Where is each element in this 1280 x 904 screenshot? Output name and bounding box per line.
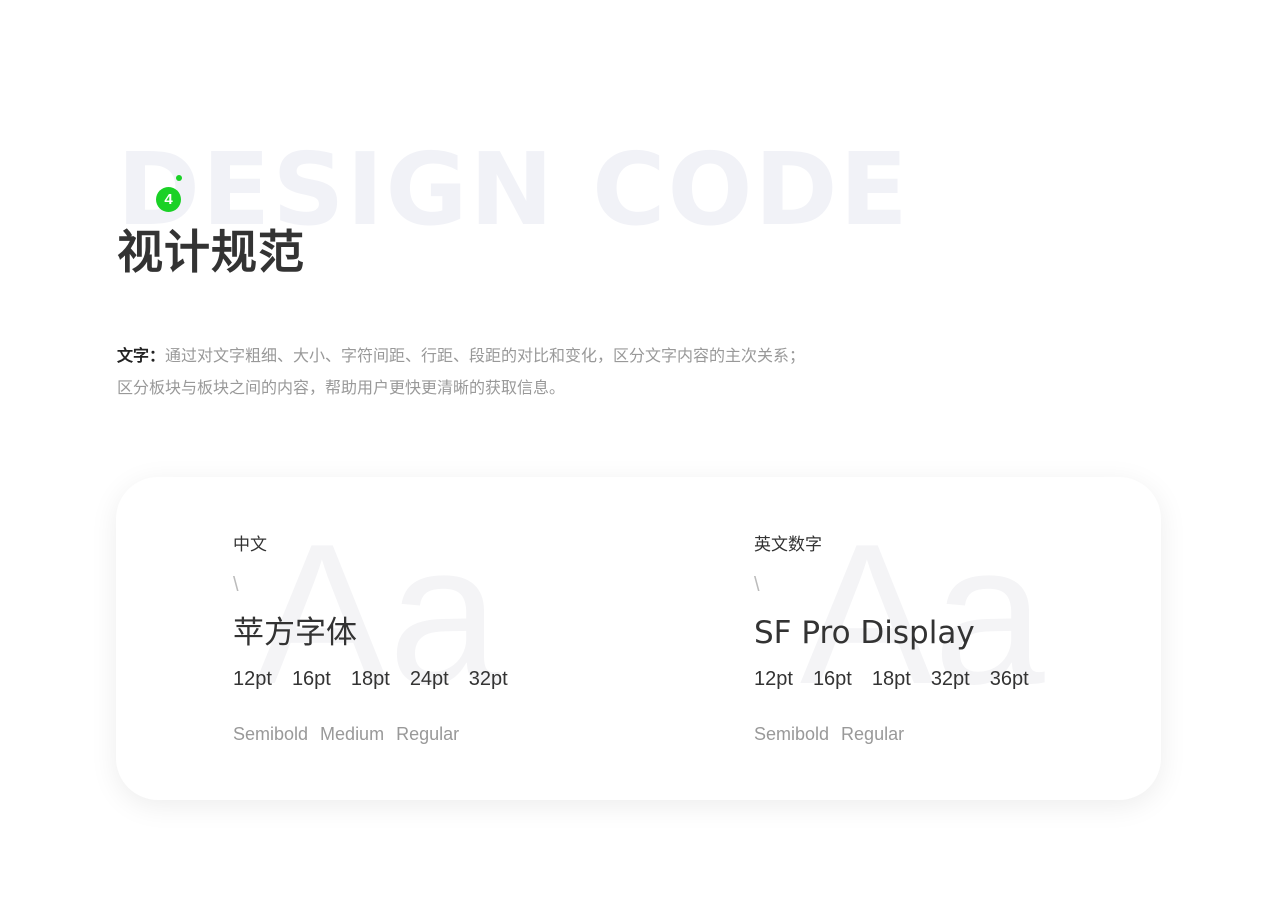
english-size: 32pt xyxy=(930,668,970,690)
english-slash-divider: \ xyxy=(754,574,760,596)
page: DESIGN CODE 4 视计规范 文字：通过对文字粗细、大小、字符间距、行距… xyxy=(0,0,1280,904)
chinese-label: 中文 xyxy=(233,535,267,555)
chinese-size: 18pt xyxy=(350,668,390,690)
chinese-size: 12pt xyxy=(233,668,272,690)
chinese-font-sizes: 12pt 16pt 18pt 24pt 32pt xyxy=(233,666,508,692)
english-font-sizes: 12pt 16pt 18pt 32pt 36pt xyxy=(754,666,1029,692)
description-line-1: 文字：通过对文字粗细、大小、字符间距、行距、段距的对比和变化，区分文字内容的主次… xyxy=(117,340,805,372)
description-label: 文字： xyxy=(117,346,166,365)
english-label: 英文数字 xyxy=(754,535,822,555)
description-text-1: 通过对文字粗细、大小、字符间距、行距、段距的对比和变化，区分文字内容的主次关系； xyxy=(165,346,806,365)
english-weight: Semibold xyxy=(754,724,830,744)
english-font-column: Aa 英文数字 \ SF Pro Display 12pt 16pt 18pt … xyxy=(754,477,1154,800)
chinese-slash-divider: \ xyxy=(233,574,239,596)
page-title: 视计规范 xyxy=(117,225,305,279)
english-font-name: SF Pro Display xyxy=(754,615,975,651)
english-size: 16pt xyxy=(812,668,852,690)
description: 文字：通过对文字粗细、大小、字符间距、行距、段距的对比和变化，区分文字内容的主次… xyxy=(117,340,805,404)
chinese-size: 32pt xyxy=(468,668,508,690)
chinese-font-name: 苹方字体 xyxy=(233,615,357,651)
chinese-weight: Regular xyxy=(396,724,460,744)
chinese-size: 16pt xyxy=(291,668,331,690)
english-size: 18pt xyxy=(871,668,911,690)
chinese-font-weights: Semibold Medium Regular xyxy=(233,722,459,746)
typography-card: Aa 中文 \ 苹方字体 12pt 16pt 18pt 24pt 32pt Se… xyxy=(116,477,1161,800)
badge-dot xyxy=(176,175,182,181)
chinese-weight: Semibold xyxy=(233,724,309,744)
english-font-weights: Semibold Regular xyxy=(754,722,904,746)
section-number-badge: 4 xyxy=(156,187,181,212)
english-weight: Regular xyxy=(841,724,905,744)
chinese-font-column: Aa 中文 \ 苹方字体 12pt 16pt 18pt 24pt 32pt Se… xyxy=(233,477,683,800)
description-line-2: 区分板块与板块之间的内容，帮助用户更快更清晰的获取信息。 xyxy=(117,378,566,397)
english-size: 12pt xyxy=(754,668,793,690)
chinese-weight: Medium xyxy=(320,724,385,744)
chinese-size: 24pt xyxy=(409,668,449,690)
english-size: 36pt xyxy=(989,668,1029,690)
